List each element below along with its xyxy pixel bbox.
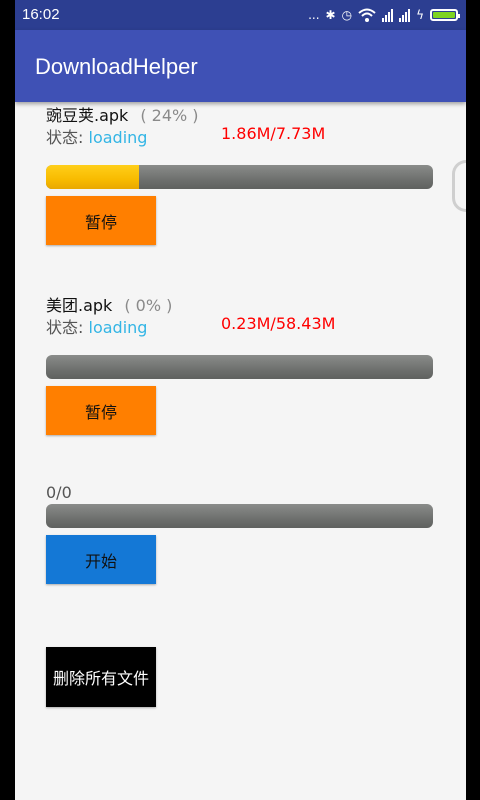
file-percent: ( 0% ) [124, 296, 173, 315]
status-value: loading [88, 318, 148, 337]
download-status: 状态: loading [46, 124, 147, 148]
signal-icon-1 [382, 8, 394, 22]
download-progress-bar [46, 165, 433, 189]
status-label: 状态: [46, 318, 84, 337]
download-size: 0.23M/58.43M [221, 314, 336, 333]
charging-icon: ϟ [416, 8, 424, 22]
download-progress-bar [46, 504, 433, 528]
more-icon: ... [308, 8, 320, 22]
pause-button[interactable]: 暂停 [46, 196, 156, 245]
status-icons: ... ✱ ◷ ϟ [308, 6, 460, 24]
status-bar: 16:02 ... ✱ ◷ ϟ [15, 0, 466, 30]
pause-button[interactable]: 暂停 [46, 386, 156, 435]
alarm-icon: ◷ [341, 8, 353, 22]
app-bar: DownloadHelper [15, 30, 466, 102]
status-value: loading [88, 128, 148, 147]
file-name: 美团.apk [46, 296, 113, 315]
delete-all-files-button[interactable]: 删除所有文件 [46, 647, 156, 707]
status-label: 状态: [46, 128, 84, 147]
status-time: 16:02 [22, 6, 60, 23]
start-button[interactable]: 开始 [46, 535, 156, 584]
bluetooth-icon: ✱ [325, 8, 336, 22]
download-item-name: 美团.apk ( 0% ) [46, 292, 172, 316]
file-name: 豌豆荚.apk [46, 106, 129, 125]
download-size: 1.86M/7.73M [221, 124, 326, 143]
app-title: DownloadHelper [35, 54, 198, 79]
wifi-icon [358, 8, 376, 22]
download-progress-bar [46, 355, 433, 379]
download-status: 状态: loading [46, 314, 147, 338]
download-count: 0/0 [46, 483, 72, 502]
app-screen: 16:02 ... ✱ ◷ ϟ DownloadHelper 豌豆荚.apk ( … [15, 0, 466, 800]
battery-icon [430, 9, 460, 21]
signal-icon-2 [399, 8, 411, 22]
edge-scroll-handle[interactable] [452, 160, 466, 212]
progress-fill [46, 165, 139, 189]
download-item-name: 豌豆荚.apk ( 24% ) [46, 102, 199, 126]
file-percent: ( 24% ) [140, 106, 199, 125]
